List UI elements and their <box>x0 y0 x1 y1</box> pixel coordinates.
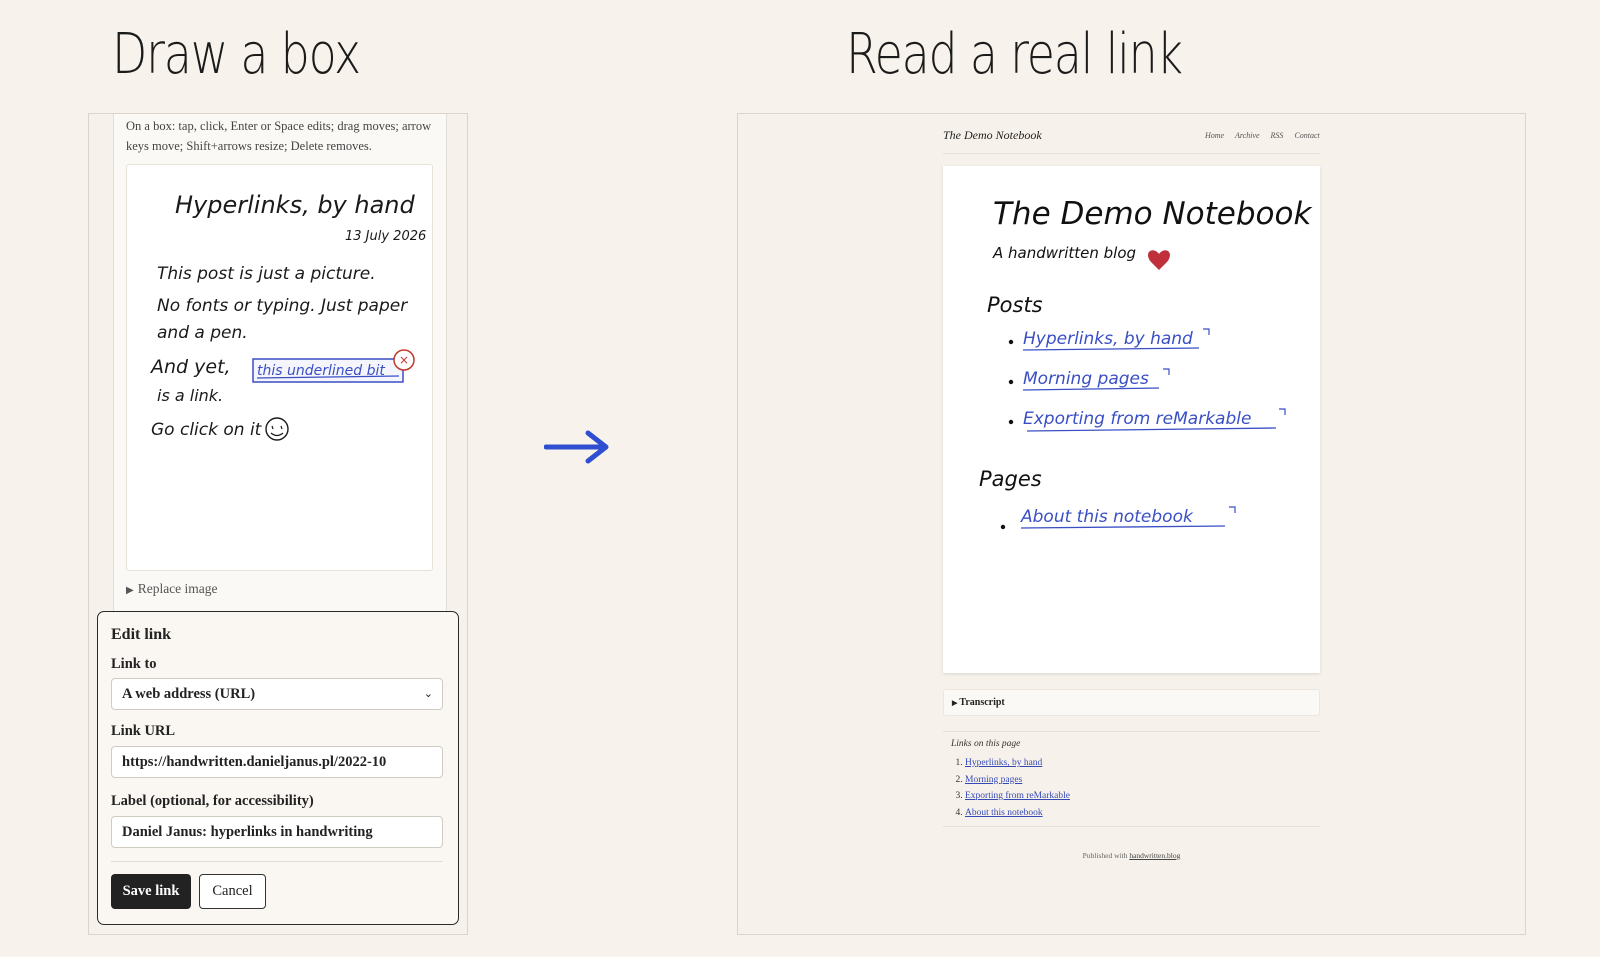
list-item: Hyperlinks, by hand <box>965 755 1070 772</box>
arrow-right-icon <box>544 430 609 464</box>
note-line: And yet, <box>149 356 231 378</box>
note-line: Go click on it <box>151 420 263 440</box>
external-link-icon <box>1229 506 1236 513</box>
link-exporting[interactable]: Exporting from reMarkable <box>965 791 1070 801</box>
post-link-morning-pages[interactable]: Morning pages <box>1022 368 1170 391</box>
heart-icon <box>1148 250 1170 270</box>
divider <box>111 861 443 862</box>
note-line: and a pen. <box>157 323 248 343</box>
list-item: Morning pages <box>965 772 1070 789</box>
list-item: About this notebook <box>965 805 1070 822</box>
page-title: The Demo Notebook <box>993 196 1312 232</box>
link-morning-pages[interactable]: Morning pages <box>965 775 1022 785</box>
handwritten-page-image: The Demo Notebook A handwritten blog Pos… <box>943 166 1320 673</box>
handwritten-index: The Demo Notebook A handwritten blog Pos… <box>979 196 1312 530</box>
nav-rss[interactable]: RSS <box>1271 131 1284 140</box>
page-subtitle: A handwritten blog <box>992 244 1136 262</box>
note-line: is a link. <box>157 386 223 405</box>
post-link-hyperlinks[interactable]: Hyperlinks, by hand <box>1022 328 1210 351</box>
link-url-input[interactable] <box>111 746 443 778</box>
links-heading: Links on this page <box>951 739 1021 749</box>
external-link-icon <box>1203 328 1210 335</box>
cancel-button[interactable]: Cancel <box>199 874 266 909</box>
link-url-label: Link URL <box>111 723 176 739</box>
post-link-exporting[interactable]: Exporting from reMarkable <box>1023 408 1286 432</box>
help-text: On a box: tap, click, Enter or Space edi… <box>126 119 432 153</box>
triangle-right-icon: ▶ <box>126 585 134 596</box>
transcript-toggle[interactable]: ▶ Transcript <box>943 689 1320 716</box>
svg-text:Hyperlinks, by hand: Hyperlinks, by hand <box>1023 329 1193 349</box>
accessibility-label-input[interactable] <box>111 816 443 848</box>
divider <box>943 153 1320 154</box>
link-type-select[interactable]: A web address (URL) ⌄ <box>111 678 443 710</box>
editor-card: On a box: tap, click, Enter or Space edi… <box>113 114 447 614</box>
smiley-icon <box>265 417 289 441</box>
page-link-about[interactable]: About this notebook <box>1020 506 1236 529</box>
handwritten-image: Hyperlinks, by hand 13 July 2026 This po… <box>126 164 433 571</box>
svg-text:Exporting from reMarkable: Exporting from reMarkable <box>1023 409 1251 429</box>
dialog-title: Edit link <box>111 626 172 643</box>
nav-archive[interactable]: Archive <box>1235 131 1260 140</box>
note-line: No fonts or typing. Just paper <box>157 296 408 316</box>
heading-read-a-real-link: Read a real link <box>846 22 1183 87</box>
pages-heading: Pages <box>979 467 1042 491</box>
external-link-icon <box>1163 368 1170 375</box>
editor-panel: On a box: tap, click, Enter or Space edi… <box>88 113 468 935</box>
site-nav: Home Archive RSS Contact <box>1205 131 1329 140</box>
remove-link-button[interactable]: × <box>393 349 415 371</box>
svg-text:Morning pages: Morning pages <box>1023 369 1149 389</box>
divider <box>943 731 1320 732</box>
links-list: Hyperlinks, by hand Morning pages Export… <box>943 755 1070 821</box>
accessibility-label-label: Label (optional, for accessibility) <box>111 793 314 809</box>
divider <box>943 826 1320 827</box>
link-hyperlinks[interactable]: Hyperlinks, by hand <box>965 758 1042 768</box>
external-link-icon <box>1279 408 1286 415</box>
svg-text:×: × <box>399 353 409 367</box>
bullets <box>1000 339 1014 530</box>
heading-draw-a-box: Draw a box <box>112 22 361 87</box>
link-to-label: Link to <box>111 656 157 672</box>
save-link-button[interactable]: Save link <box>111 874 191 909</box>
note-date: 13 July 2026 <box>345 229 426 244</box>
link-about[interactable]: About this notebook <box>965 808 1043 818</box>
nav-home[interactable]: Home <box>1205 131 1224 140</box>
svg-text:About this notebook: About this notebook <box>1020 507 1194 527</box>
footer-link[interactable]: handwritten.blog <box>1129 851 1180 860</box>
chevron-down-icon: ⌄ <box>423 688 433 700</box>
replace-image-toggle[interactable]: ▶ Replace image <box>126 581 218 597</box>
posts-heading: Posts <box>987 293 1043 317</box>
edit-link-dialog: Edit link Link to A web address (URL) ⌄ … <box>97 611 459 925</box>
note-title: Hyperlinks, by hand <box>175 191 416 219</box>
footer: Published with handwritten.blog <box>1082 851 1181 860</box>
published-site-panel: The Demo Notebook Home Archive RSS Conta… <box>737 113 1526 935</box>
link-box[interactable]: this underlined bit <box>252 358 404 383</box>
site-title-link[interactable]: The Demo Notebook <box>943 128 1042 143</box>
note-line: This post is just a picture. <box>157 264 376 284</box>
handwritten-page: Hyperlinks, by hand 13 July 2026 This po… <box>149 191 426 441</box>
triangle-right-icon: ▶ <box>952 699 958 707</box>
nav-contact[interactable]: Contact <box>1294 131 1319 140</box>
list-item: Exporting from reMarkable <box>965 788 1070 805</box>
